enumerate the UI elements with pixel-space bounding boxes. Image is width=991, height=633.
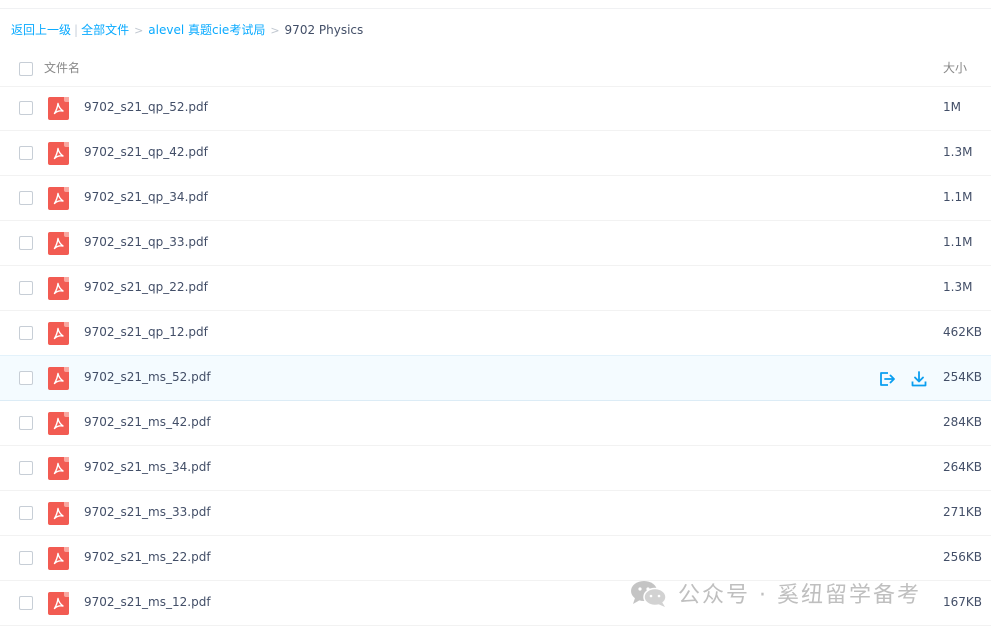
file-row[interactable]: 9702_s21_ms_34.pdf 264KB — [0, 446, 991, 491]
pdf-file-icon — [48, 232, 69, 255]
file-size: 284KB — [943, 415, 983, 429]
pdf-file-icon — [48, 592, 69, 615]
back-link[interactable]: 返回上一级 — [11, 23, 71, 37]
pdf-file-icon — [48, 97, 69, 120]
pdf-file-icon — [48, 367, 69, 390]
file-size: 1.3M — [943, 280, 973, 294]
breadcrumb-separator: | — [74, 23, 79, 37]
file-row[interactable]: 9702_s21_ms_33.pdf 271KB — [0, 491, 991, 536]
file-row[interactable]: 9702_s21_qp_34.pdf 1.1M — [0, 176, 991, 221]
pdf-file-icon — [48, 502, 69, 525]
file-size: 462KB — [943, 325, 983, 339]
breadcrumb-chevron: > — [134, 24, 144, 37]
select-all-checkbox[interactable] — [19, 62, 33, 76]
pdf-file-icon — [48, 142, 69, 165]
file-size: 254KB — [943, 370, 983, 384]
pdf-file-icon — [48, 412, 69, 435]
watermark-text: 公众号 · 奚纽留学备考 — [678, 583, 921, 608]
row-checkbox[interactable] — [19, 191, 33, 205]
file-name[interactable]: 9702_s21_ms_34.pdf — [84, 460, 211, 474]
folder-link[interactable]: alevel 真题cie考试局 — [148, 23, 265, 37]
file-name[interactable]: 9702_s21_qp_52.pdf — [84, 100, 208, 114]
file-name[interactable]: 9702_s21_qp_42.pdf — [84, 145, 208, 159]
file-name[interactable]: 9702_s21_qp_12.pdf — [84, 325, 208, 339]
pdf-file-icon — [48, 322, 69, 345]
row-checkbox[interactable] — [19, 281, 33, 295]
file-size: 167KB — [943, 595, 983, 609]
file-size: 256KB — [943, 550, 983, 564]
row-checkbox[interactable] — [19, 506, 33, 520]
pdf-file-icon — [48, 547, 69, 570]
file-name[interactable]: 9702_s21_qp_33.pdf — [84, 235, 208, 249]
file-row[interactable]: 9702_s21_ms_52.pdf 254KB — [0, 355, 991, 401]
row-checkbox[interactable] — [19, 236, 33, 250]
row-checkbox[interactable] — [19, 416, 33, 430]
file-list-header: 文件名 大小 — [0, 50, 991, 87]
file-row[interactable]: 9702_s21_ms_42.pdf 284KB — [0, 401, 991, 446]
pdf-file-icon — [48, 277, 69, 300]
row-checkbox[interactable] — [19, 371, 33, 385]
wechat-icon — [631, 581, 667, 607]
file-row[interactable]: 9702_s21_qp_42.pdf 1.3M — [0, 131, 991, 176]
file-name[interactable]: 9702_s21_qp_22.pdf — [84, 280, 208, 294]
row-checkbox[interactable] — [19, 596, 33, 610]
file-list: 9702_s21_qp_52.pdf 1M 9702_s21_qp_42.pdf 1.… — [0, 86, 991, 626]
row-checkbox[interactable] — [19, 101, 33, 115]
file-name[interactable]: 9702_s21_ms_12.pdf — [84, 595, 211, 609]
file-row[interactable]: 9702_s21_qp_52.pdf 1M — [0, 86, 991, 131]
row-checkbox[interactable] — [19, 326, 33, 340]
file-name[interactable]: 9702_s21_ms_42.pdf — [84, 415, 211, 429]
breadcrumb-current: 9702 Physics — [284, 23, 364, 37]
file-size: 271KB — [943, 505, 983, 519]
row-checkbox[interactable] — [19, 146, 33, 160]
file-name[interactable]: 9702_s21_ms_33.pdf — [84, 505, 211, 519]
file-name[interactable]: 9702_s21_ms_52.pdf — [84, 370, 211, 384]
file-row[interactable]: 9702_s21_qp_22.pdf 1.3M — [0, 266, 991, 311]
column-header-name[interactable]: 文件名 — [44, 59, 80, 76]
column-header-size[interactable]: 大小 — [943, 59, 967, 76]
download-icon[interactable] — [909, 369, 929, 389]
file-size: 1M — [943, 100, 961, 114]
pdf-file-icon — [48, 187, 69, 210]
row-checkbox[interactable] — [19, 461, 33, 475]
breadcrumb: 返回上一级 | 全部文件 > alevel 真题cie考试局 >9702 Physics — [11, 21, 363, 39]
file-row[interactable]: 9702_s21_qp_12.pdf 462KB — [0, 311, 991, 356]
all-files-link[interactable]: 全部文件 — [81, 23, 129, 37]
breadcrumb-chevron: > — [270, 24, 280, 37]
pdf-file-icon — [48, 457, 69, 480]
share-icon[interactable] — [877, 369, 897, 389]
top-divider — [0, 8, 991, 9]
file-row[interactable]: 9702_s21_ms_22.pdf 256KB — [0, 536, 991, 581]
file-size: 264KB — [943, 460, 983, 474]
row-checkbox[interactable] — [19, 551, 33, 565]
file-size: 1.1M — [943, 235, 973, 249]
file-row[interactable]: 9702_s21_qp_33.pdf 1.1M — [0, 221, 991, 266]
file-name[interactable]: 9702_s21_ms_22.pdf — [84, 550, 211, 564]
file-name[interactable]: 9702_s21_qp_34.pdf — [84, 190, 208, 204]
file-size: 1.1M — [943, 190, 973, 204]
file-size: 1.3M — [943, 145, 973, 159]
